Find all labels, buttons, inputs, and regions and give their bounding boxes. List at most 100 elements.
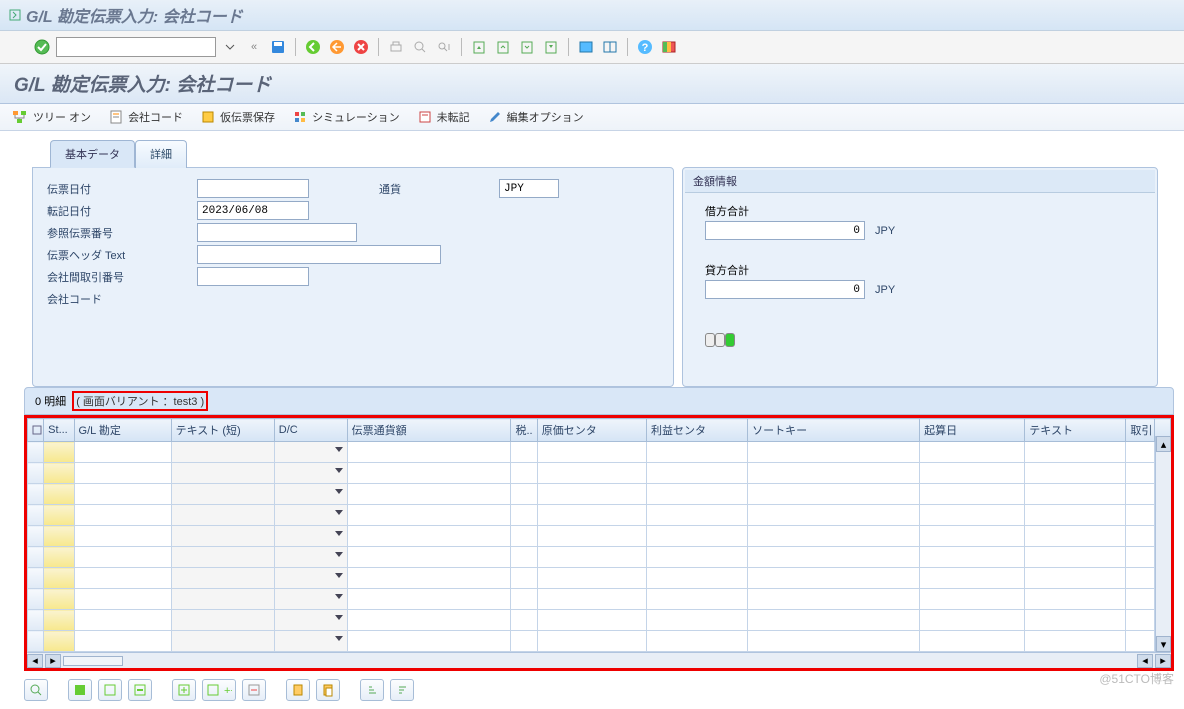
- value-date-cell[interactable]: [920, 526, 1025, 547]
- text-cell[interactable]: [1025, 442, 1126, 463]
- text-cell[interactable]: [1025, 589, 1126, 610]
- scroll-right-end-icon[interactable]: ▸: [1155, 654, 1171, 668]
- tax-cell[interactable]: [511, 631, 537, 652]
- simulate-button[interactable]: シミュレーション: [293, 109, 400, 125]
- next-page-icon[interactable]: [517, 37, 537, 57]
- table-row[interactable]: [28, 631, 1171, 652]
- tr-cell[interactable]: [1126, 568, 1154, 589]
- doc-date-field[interactable]: [197, 179, 309, 198]
- dc-cell[interactable]: [274, 547, 347, 568]
- tax-cell[interactable]: [511, 547, 537, 568]
- deselect-all-button[interactable]: [98, 679, 122, 701]
- row-header[interactable]: [28, 442, 44, 463]
- park-button[interactable]: 仮伝票保存: [201, 109, 275, 125]
- ok-icon[interactable]: [32, 37, 52, 57]
- amount-cell[interactable]: [347, 610, 511, 631]
- amount-cell[interactable]: [347, 463, 511, 484]
- table-row[interactable]: [28, 610, 1171, 631]
- chevron-down-icon[interactable]: [335, 636, 343, 641]
- dc-cell[interactable]: [274, 589, 347, 610]
- select-all-button[interactable]: [68, 679, 92, 701]
- value-date-cell[interactable]: [920, 463, 1025, 484]
- row-header[interactable]: [28, 631, 44, 652]
- table-row[interactable]: [28, 547, 1171, 568]
- value-date-cell[interactable]: [920, 568, 1025, 589]
- status-cell[interactable]: [44, 442, 74, 463]
- not-posted-button[interactable]: 未転記: [418, 109, 470, 125]
- scroll-right-icon[interactable]: ▸: [45, 654, 61, 668]
- cancel-icon[interactable]: [351, 37, 371, 57]
- items-table[interactable]: St... G/L 勘定 テキスト (短) D/C 伝票通貨額 税.. 原価セン…: [27, 418, 1171, 652]
- value-date-cell[interactable]: [920, 442, 1025, 463]
- text-short-cell[interactable]: [171, 526, 274, 547]
- edit-options-button[interactable]: 編集オプション: [488, 109, 584, 125]
- text-short-cell[interactable]: [171, 568, 274, 589]
- value-date-cell[interactable]: [920, 631, 1025, 652]
- text-short-cell[interactable]: [171, 631, 274, 652]
- text-cell[interactable]: [1025, 568, 1126, 589]
- delete-row-button[interactable]: [128, 679, 152, 701]
- value-date-cell[interactable]: [920, 505, 1025, 526]
- profit-center-cell[interactable]: [647, 568, 748, 589]
- tr-cell[interactable]: [1126, 547, 1154, 568]
- dc-cell[interactable]: [274, 631, 347, 652]
- currency-field[interactable]: [499, 179, 559, 198]
- intco-field[interactable]: [197, 267, 309, 286]
- table-row[interactable]: [28, 484, 1171, 505]
- text-cell[interactable]: [1025, 631, 1126, 652]
- horizontal-scrollbar[interactable]: ◂ ▸ ◂ ▸: [27, 652, 1171, 668]
- table-row[interactable]: [28, 589, 1171, 610]
- cost-center-cell[interactable]: [537, 589, 646, 610]
- status-cell[interactable]: [44, 631, 74, 652]
- tax-cell[interactable]: [511, 610, 537, 631]
- dc-cell[interactable]: [274, 442, 347, 463]
- text-cell[interactable]: [1025, 547, 1126, 568]
- sort-key-cell[interactable]: [748, 526, 920, 547]
- row-header[interactable]: [28, 484, 44, 505]
- table-row[interactable]: [28, 463, 1171, 484]
- dc-cell[interactable]: [274, 463, 347, 484]
- scroll-down-icon[interactable]: ▾: [1156, 636, 1171, 652]
- header-text-field[interactable]: [197, 245, 441, 264]
- gl-cell[interactable]: [74, 568, 171, 589]
- tax-cell[interactable]: [511, 442, 537, 463]
- customize-icon[interactable]: [659, 37, 679, 57]
- row-header[interactable]: [28, 589, 44, 610]
- tr-cell[interactable]: [1126, 610, 1154, 631]
- status-cell[interactable]: [44, 610, 74, 631]
- chevron-down-icon[interactable]: [335, 594, 343, 599]
- layout-icon[interactable]: [600, 37, 620, 57]
- text-short-cell[interactable]: [171, 505, 274, 526]
- text-cell[interactable]: [1025, 610, 1126, 631]
- sort-key-cell[interactable]: [748, 610, 920, 631]
- col-sort-key[interactable]: ソートキー: [748, 419, 920, 442]
- tr-cell[interactable]: [1126, 484, 1154, 505]
- tr-cell[interactable]: [1126, 463, 1154, 484]
- text-cell[interactable]: [1025, 526, 1126, 547]
- chevron-down-icon[interactable]: [335, 552, 343, 557]
- find-icon[interactable]: [410, 37, 430, 57]
- col-tax[interactable]: 税..: [511, 419, 537, 442]
- ref-no-field[interactable]: [197, 223, 357, 242]
- cost-center-cell[interactable]: [537, 547, 646, 568]
- command-field[interactable]: [56, 37, 216, 57]
- text-cell[interactable]: [1025, 463, 1126, 484]
- new-session-icon[interactable]: [576, 37, 596, 57]
- col-gl-account[interactable]: G/L 勘定: [74, 419, 171, 442]
- chevron-down-icon[interactable]: [335, 489, 343, 494]
- post-date-field[interactable]: [197, 201, 309, 220]
- col-config[interactable]: [28, 419, 44, 442]
- cost-center-cell[interactable]: [537, 463, 646, 484]
- col-value-date[interactable]: 起算日: [920, 419, 1025, 442]
- row-header[interactable]: [28, 526, 44, 547]
- row-header[interactable]: [28, 547, 44, 568]
- tr-cell[interactable]: [1126, 505, 1154, 526]
- gl-cell[interactable]: [74, 547, 171, 568]
- row-header[interactable]: [28, 463, 44, 484]
- amount-cell[interactable]: [347, 442, 511, 463]
- exit-icon[interactable]: [327, 37, 347, 57]
- sort-key-cell[interactable]: [748, 631, 920, 652]
- sort-key-cell[interactable]: [748, 568, 920, 589]
- cost-center-cell[interactable]: [537, 505, 646, 526]
- menu-icon[interactable]: [8, 8, 22, 22]
